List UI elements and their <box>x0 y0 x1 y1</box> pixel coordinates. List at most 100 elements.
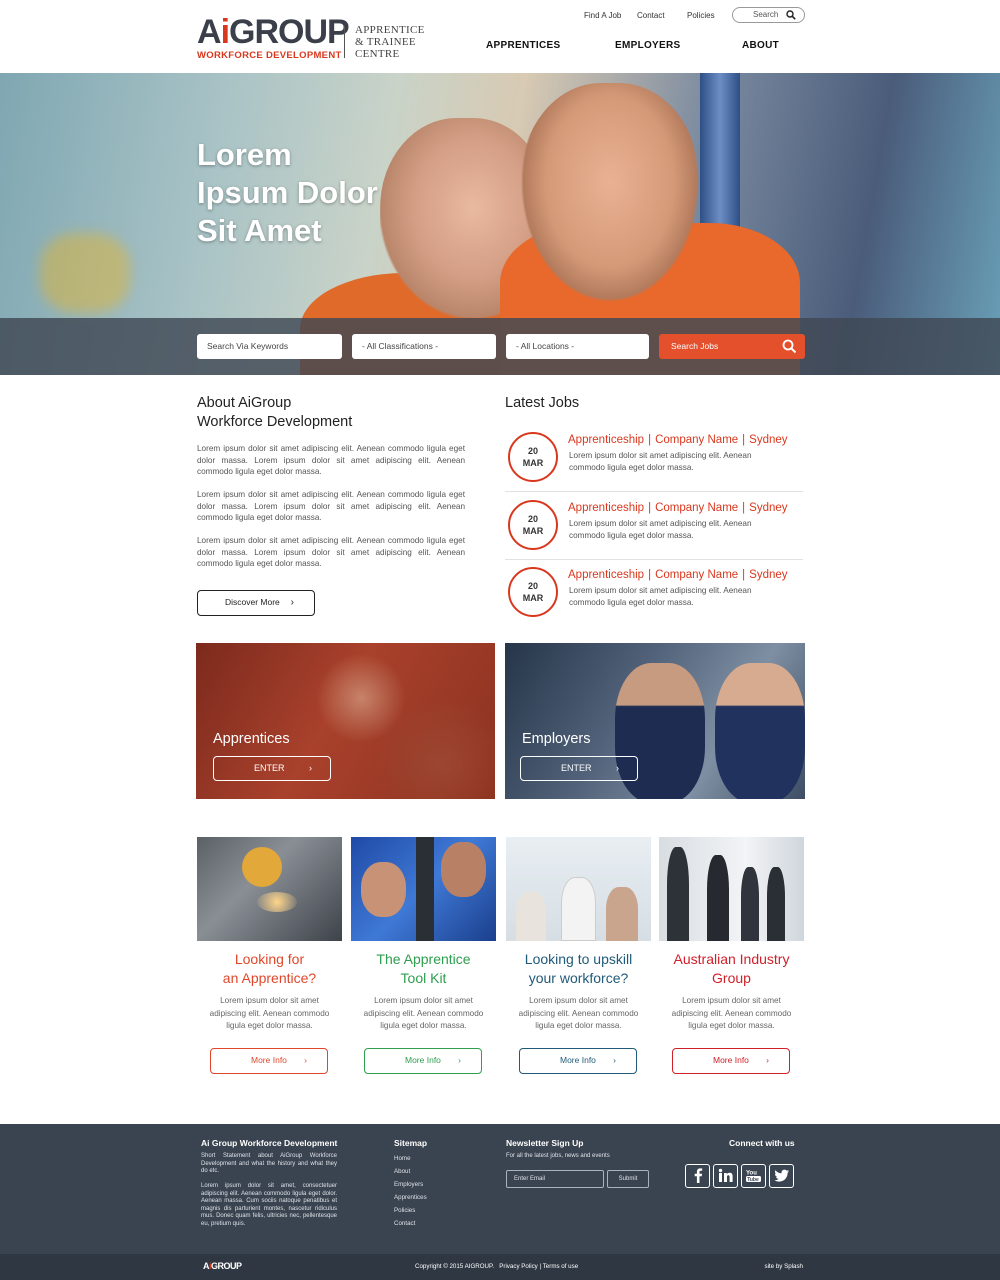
logo-divider <box>344 26 345 58</box>
bottom-bar: AiGROUP Copyright © 2015 AIGROUP. Privac… <box>0 1254 1000 1280</box>
job-listing[interactable]: 20 MAR Apprenticeship | Company Name | Sydne… <box>505 432 803 498</box>
chevron-right-icon: › <box>458 1055 461 1065</box>
about-paragraph: Lorem ipsum dolor sit amet adipiscing el… <box>197 444 465 477</box>
job-listing[interactable]: 20 MAR Apprenticeship | Company Name | Sydne… <box>505 500 803 566</box>
card-title: The Apprentice Tool Kit <box>376 951 471 986</box>
more-info-button[interactable]: More Info › <box>210 1048 328 1074</box>
search-icon[interactable] <box>786 10 796 20</box>
card-title: Australian Industry Group <box>673 951 790 986</box>
apprentices-enter-button[interactable]: ENTER › <box>213 756 331 781</box>
job-divider <box>505 559 803 560</box>
card-description: Lorem ipsum dolor sit amet adipiscing el… <box>671 996 792 1030</box>
sitemap-link-policies[interactable]: Policies <box>394 1204 427 1217</box>
job-listing[interactable]: 20 MAR Apprenticeship | Company Name | Sydne… <box>505 567 803 633</box>
top-link-contact[interactable]: Contact <box>637 11 665 20</box>
job-date-badge: 20 MAR <box>508 567 558 617</box>
newsletter-email-input[interactable]: Enter Email <box>506 1170 604 1188</box>
chevron-right-icon: › <box>290 597 294 608</box>
svg-text:Tube: Tube <box>747 1177 759 1183</box>
about-paragraph: Lorem ipsum dolor sit amet adipiscing el… <box>197 536 465 569</box>
terms-of-use-link[interactable]: Terms of use <box>543 1263 578 1270</box>
job-title[interactable]: Apprenticeship | Company Name | Sydney <box>568 502 788 514</box>
site-credit[interactable]: site by Splash <box>764 1263 803 1270</box>
chevron-right-icon: › <box>309 763 312 773</box>
privacy-policy-link[interactable]: Privacy Policy <box>499 1263 538 1270</box>
card-description: Lorem ipsum dolor sit amet adipiscing el… <box>518 996 639 1030</box>
classification-select[interactable]: - All Classifications - <box>352 334 496 359</box>
location-select[interactable]: - All Locations - <box>506 334 649 359</box>
business-photo <box>659 837 804 941</box>
linkedin-icon[interactable] <box>713 1164 738 1188</box>
card-description: Lorem ipsum dolor sit amet adipiscing el… <box>363 996 484 1030</box>
more-info-label: More Info <box>713 1055 749 1065</box>
chevron-right-icon: › <box>304 1055 307 1065</box>
job-divider <box>505 491 803 492</box>
sitemap-link-employers[interactable]: Employers <box>394 1178 427 1191</box>
job-title[interactable]: Apprenticeship | Company Name | Sydney <box>568 434 788 446</box>
chevron-right-icon: › <box>766 1055 769 1065</box>
svg-text:You: You <box>746 1171 757 1177</box>
employers-panel[interactable]: Employers ENTER › <box>505 643 805 799</box>
nav-apprentices[interactable]: APPRENTICES <box>486 40 560 51</box>
job-date-badge: 20 MAR <box>508 500 558 550</box>
about-paragraph: Lorem ipsum dolor sit amet adipiscing el… <box>197 490 465 523</box>
panel-photo-person2 <box>715 663 805 799</box>
card-title: Looking for an Apprentice? <box>222 951 317 986</box>
more-info-button[interactable]: More Info › <box>672 1048 790 1074</box>
job-title[interactable]: Apprenticeship | Company Name | Sydney <box>568 569 788 581</box>
enter-label: ENTER <box>254 763 285 773</box>
top-search-placeholder: Search <box>753 10 779 19</box>
nav-employers[interactable]: EMPLOYERS <box>615 40 681 51</box>
newsletter-submit-button[interactable]: Submit <box>607 1170 649 1188</box>
youtube-icon[interactable]: You Tube <box>741 1164 766 1188</box>
feature-card-upskill: Looking to upskill your workforce? Lorem … <box>506 837 651 1077</box>
apprentices-panel-title: Apprentices <box>213 731 290 747</box>
upskill-photo <box>506 837 651 941</box>
feature-card-aig: Australian Industry Group Lorem ipsum dol… <box>659 837 804 1077</box>
sitemap-link-contact[interactable]: Contact <box>394 1217 427 1230</box>
site-header: AiGROUP WORKFORCE DEVELOPMENT APPRENTICE… <box>0 0 1000 73</box>
footer-about-heading: Ai Group Workforce Development <box>201 1138 338 1148</box>
logo-subtitle: WORKFORCE DEVELOPMENT <box>197 50 342 61</box>
job-description: Lorem ipsum dolor sit amet adipiscing el… <box>569 519 752 540</box>
footer-logo[interactable]: AiGROUP <box>203 1261 242 1271</box>
logo-wordmark: AiGROUP <box>197 13 350 51</box>
chevron-right-icon: › <box>613 1055 616 1065</box>
keyword-search-input[interactable]: Search Via Keywords <box>197 334 342 359</box>
aigroup-logo[interactable]: AiGROUP WORKFORCE DEVELOPMENT APPRENTICE… <box>197 14 442 62</box>
nav-about[interactable]: ABOUT <box>742 40 779 51</box>
hero-background-forklift <box>40 233 130 313</box>
more-info-button[interactable]: More Info › <box>519 1048 637 1074</box>
discover-more-button[interactable]: Discover More › <box>197 590 315 616</box>
sitemap-link-about[interactable]: About <box>394 1165 427 1178</box>
footer-about-text: Short Statement about AiGroup Workforce … <box>201 1153 337 1175</box>
more-info-label: More Info <box>251 1055 287 1065</box>
facebook-icon[interactable] <box>685 1164 710 1188</box>
card-title: Looking to upskill your workforce? <box>524 951 633 986</box>
more-info-button[interactable]: More Info › <box>364 1048 482 1074</box>
sitemap-link-apprentices[interactable]: Apprentices <box>394 1191 427 1204</box>
sitemap-link-home[interactable]: Home <box>394 1152 427 1165</box>
top-link-find-a-job[interactable]: Find A Job <box>584 11 621 20</box>
card-description: Lorem ipsum dolor sit amet adipiscing el… <box>209 996 330 1030</box>
job-search-bar: Search Via Keywords - All Classification… <box>0 318 1000 375</box>
top-search-input[interactable]: Search <box>732 7 805 23</box>
enter-label: ENTER <box>561 763 592 773</box>
toolkit-photo <box>351 837 496 941</box>
latest-jobs-heading: Latest Jobs <box>505 395 580 411</box>
chevron-right-icon: › <box>616 763 619 773</box>
apprentices-panel[interactable]: Apprentices ENTER › <box>196 643 495 799</box>
job-date-badge: 20 MAR <box>508 432 558 482</box>
employers-enter-button[interactable]: ENTER › <box>520 756 638 781</box>
search-jobs-label: Search Jobs <box>671 341 719 351</box>
sitemap-heading: Sitemap <box>394 1138 428 1148</box>
connect-heading: Connect with us <box>729 1138 795 1148</box>
welder-photo <box>197 837 342 941</box>
discover-more-label: Discover More <box>225 597 280 607</box>
hero-title: Lorem Ipsum Dolor Sit Amet <box>197 137 378 248</box>
job-description: Lorem ipsum dolor sit amet adipiscing el… <box>569 451 752 472</box>
search-jobs-button[interactable]: Search Jobs <box>659 334 805 359</box>
centre-name: APPRENTICE & TRAINEE CENTRE <box>355 24 425 60</box>
top-link-policies[interactable]: Policies <box>687 11 715 20</box>
twitter-icon[interactable] <box>769 1164 794 1188</box>
